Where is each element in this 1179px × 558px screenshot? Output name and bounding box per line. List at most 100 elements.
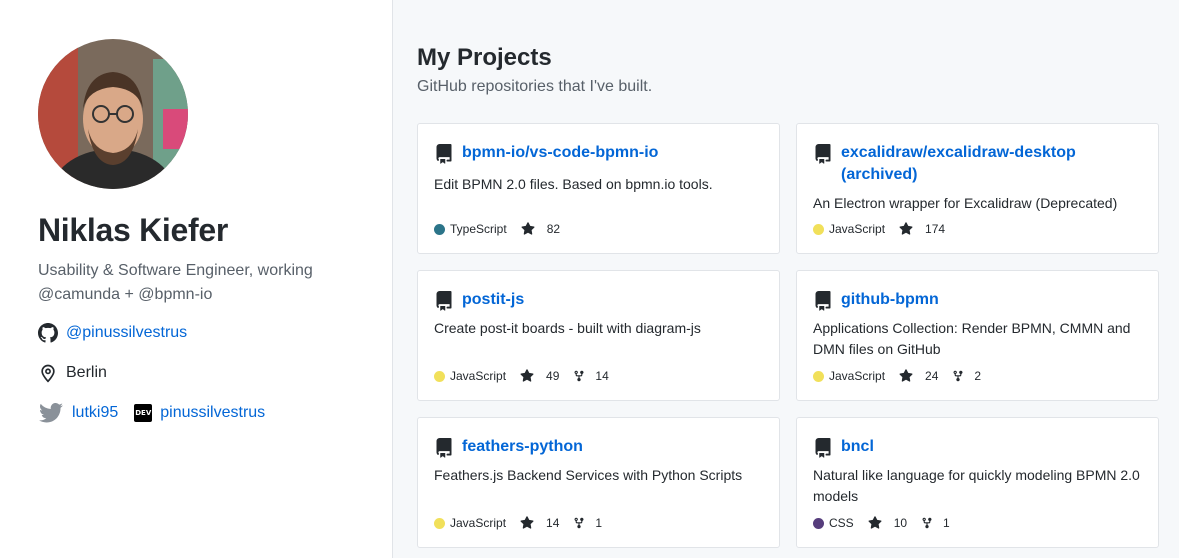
stars: 14 <box>520 516 559 530</box>
language: CSS <box>813 516 854 530</box>
language-label: JavaScript <box>450 516 507 530</box>
fork-count: 2 <box>974 369 982 383</box>
repo-icon <box>434 291 454 311</box>
star-count: 14 <box>546 516 560 530</box>
repo-icon <box>434 144 454 164</box>
language-label: JavaScript <box>450 369 507 383</box>
github-icon <box>38 323 58 343</box>
star-icon <box>899 369 919 383</box>
twitter-icon <box>38 403 64 423</box>
project-title-row: postit-js <box>434 289 763 311</box>
project-link[interactable]: github-bpmn <box>841 289 939 311</box>
language-color-dot <box>813 370 824 382</box>
repo-icon <box>813 291 833 311</box>
project-description: Natural like language for quickly modeli… <box>813 467 1140 504</box>
project-title-row: excalidraw/excalidraw-desktop (archived) <box>813 142 1142 186</box>
project-meta: JavaScript 49 14 <box>434 369 623 383</box>
language-color-dot <box>434 517 445 529</box>
language-label: TypeScript <box>450 222 507 236</box>
project-meta: JavaScript 14 1 <box>434 516 616 530</box>
projects-section: My Projects GitHub repositories that I'v… <box>393 0 1179 558</box>
dev-icon: DEV <box>134 404 153 422</box>
star-icon <box>520 369 540 383</box>
language: JavaScript <box>813 369 885 383</box>
github-link[interactable]: @pinussilvestrus <box>66 324 187 342</box>
star-count: 174 <box>925 222 946 236</box>
project-card: excalidraw/excalidraw-desktop (archived)… <box>796 123 1159 254</box>
location-pin-icon <box>38 363 58 383</box>
stars: 49 <box>520 369 559 383</box>
language-label: CSS <box>829 516 854 530</box>
stars: 24 <box>899 369 938 383</box>
fork-count: 1 <box>595 516 603 530</box>
location-text: Berlin <box>66 364 107 381</box>
project-meta: TypeScript 82 <box>434 222 574 236</box>
project-link[interactable]: postit-js <box>462 289 524 311</box>
avatar <box>38 39 188 189</box>
star-icon <box>520 516 540 530</box>
location-row: Berlin <box>38 363 107 383</box>
star-count: 10 <box>893 516 908 530</box>
social-row: lutki95 DEV pinussilvestrus <box>38 403 265 423</box>
language: TypeScript <box>434 222 507 236</box>
project-title-row: github-bpmn <box>813 289 1142 311</box>
stars: 82 <box>521 222 560 236</box>
fork-icon <box>573 516 591 530</box>
page-title: My Projects <box>417 44 552 71</box>
profile-sidebar: Niklas Kiefer Usability & Software Engin… <box>0 0 393 558</box>
project-card: feathers-python Feathers.js Backend Servi… <box>417 417 780 548</box>
project-card: postit-js Create post-it boards - built w… <box>417 270 780 401</box>
project-card: github-bpmn Applications Collection: Rend… <box>796 270 1159 401</box>
project-meta: CSS 10 1 <box>813 516 964 530</box>
star-icon <box>521 222 541 236</box>
repo-icon <box>434 438 454 458</box>
language: JavaScript <box>434 516 506 530</box>
fork-count: 14 <box>595 369 609 383</box>
language-color-dot <box>434 370 445 382</box>
project-meta: JavaScript 24 2 <box>813 369 995 383</box>
repo-icon <box>813 144 833 164</box>
page-subtitle: GitHub repositories that I've built. <box>417 78 653 95</box>
language-color-dot <box>434 223 445 235</box>
project-description: An Electron wrapper for Excalidraw (Depr… <box>813 195 1118 211</box>
language-label: JavaScript <box>829 222 886 236</box>
star-count: 82 <box>546 222 561 236</box>
project-card: bpmn-io/vs-code-bpmn-io Edit BPMN 2.0 fil… <box>417 123 780 254</box>
language: JavaScript <box>434 369 506 383</box>
project-link[interactable]: feathers-python <box>462 436 583 458</box>
project-link[interactable]: bncl <box>841 436 874 458</box>
project-card: bncl Natural like language for quickly mo… <box>796 417 1159 548</box>
fork-icon <box>952 369 970 383</box>
fork-count: 1 <box>943 516 950 530</box>
language: JavaScript <box>813 222 885 236</box>
project-description: Applications Collection: Render BPMN, CM… <box>813 320 1131 357</box>
fork-icon <box>573 369 591 383</box>
language-color-dot <box>813 223 824 235</box>
project-description: Create post-it boards - built with diagr… <box>434 320 701 336</box>
dev-link[interactable]: pinussilvestrus <box>160 404 265 422</box>
project-title-row: bpmn-io/vs-code-bpmn-io <box>434 142 763 164</box>
star-count: 49 <box>546 369 560 383</box>
stars: 174 <box>899 222 945 236</box>
language-color-dot <box>813 517 824 529</box>
repo-icon <box>813 438 833 458</box>
star-icon <box>868 516 888 530</box>
stars: 10 <box>868 516 907 530</box>
project-title-row: feathers-python <box>434 436 763 458</box>
project-link[interactable]: excalidraw/excalidraw-desktop (archived) <box>841 142 1142 186</box>
forks: 14 <box>573 369 609 383</box>
twitter-link[interactable]: lutki95 <box>72 404 118 422</box>
forks: 1 <box>573 516 602 530</box>
project-link[interactable]: bpmn-io/vs-code-bpmn-io <box>462 142 658 164</box>
fork-icon <box>921 516 939 530</box>
star-count: 24 <box>925 369 939 383</box>
project-meta: JavaScript 174 <box>813 222 959 236</box>
forks: 1 <box>921 516 950 530</box>
language-label: JavaScript <box>829 369 886 383</box>
github-row: @pinussilvestrus <box>38 323 187 343</box>
project-title-row: bncl <box>813 436 1142 458</box>
star-icon <box>899 222 919 236</box>
forks: 2 <box>952 369 981 383</box>
project-description: Feathers.js Backend Services with Python… <box>434 467 743 483</box>
profile-bio: Usability & Software Engineer, working @… <box>38 262 313 303</box>
